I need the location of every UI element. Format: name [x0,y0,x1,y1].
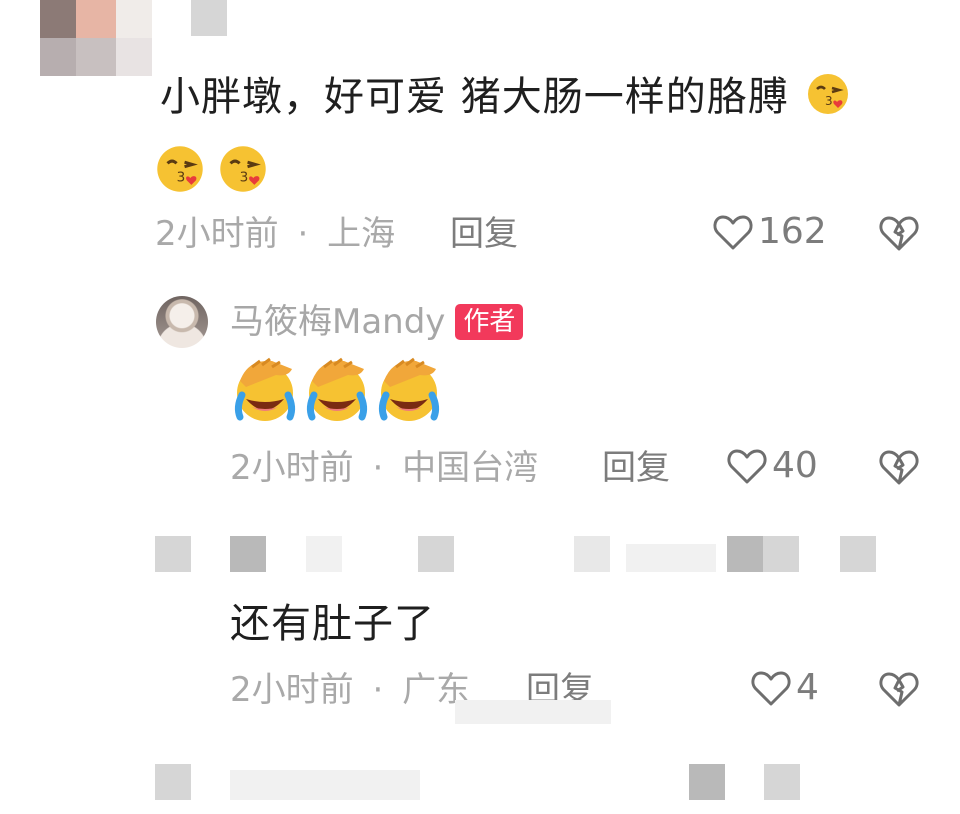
avatar[interactable] [156,296,208,348]
reply-emoji-row [230,355,444,423]
comment-1-time: 2小时前 [155,214,279,254]
broken-heart-icon[interactable] [878,447,920,487]
face-palm-laughing-icon [374,355,444,423]
reply-time: 2小时前 [230,448,354,488]
heart-icon [750,668,792,708]
face-palm-laughing-icon [302,355,372,423]
reply-username[interactable]: 马筱梅Mandy [230,302,445,342]
meta-separator: · [297,214,309,254]
pixelated-avatar-top [40,0,152,80]
heart-icon [726,446,768,486]
reply-reply-button[interactable]: 回复 [602,448,670,488]
comment-1-like-button[interactable]: 162 [712,212,827,252]
comment-3-like-button[interactable]: 4 [750,668,819,708]
broken-heart-icon[interactable] [878,213,920,253]
svg-text:3: 3 [825,94,834,108]
pixelated-overlay [455,700,611,724]
reply-location: 中国台湾 [402,448,539,488]
meta-separator: · [372,448,384,488]
svg-text:3: 3 [177,170,186,186]
comment-3-meta: 2小时前 · 广东 [230,670,470,710]
comment-1-reply-button[interactable]: 回复 [450,214,518,254]
comment-1-body: 小胖墩，好可爱 猪大肠一样的胳膊 [160,74,789,120]
comment-1-text: 小胖墩，好可爱 猪大肠一样的胳膊 3 [160,72,850,121]
comment-1-emoji-row: 3 3 [155,144,268,198]
reply-header: 马筱梅Mandy 作者 [230,302,524,342]
reply-like-button[interactable]: 40 [726,446,818,486]
comment-1-like-count: 162 [758,211,827,252]
comment-3-like-count: 4 [796,667,819,708]
reply-meta: 2小时前 · 中国台湾 [230,448,538,488]
heart-icon [712,212,754,252]
reply-like-count: 40 [772,445,818,486]
comment-3-time: 2小时前 [230,670,354,710]
svg-text:3: 3 [240,170,249,186]
author-badge: 作者 [455,304,524,340]
broken-heart-icon[interactable] [878,669,920,709]
pixelated-username-top [191,0,227,36]
comment-3-text: 还有肚子了 [230,601,435,647]
meta-separator: · [372,670,384,710]
face-palm-laughing-icon [230,355,300,423]
comment-1-meta: 2小时前 · 上海 [155,214,395,254]
kissing-face-icon: 3 [806,72,850,116]
kissing-face-icon: 3 [155,144,205,194]
kissing-face-icon: 3 [218,144,268,194]
comment-1-location: 上海 [327,214,396,254]
